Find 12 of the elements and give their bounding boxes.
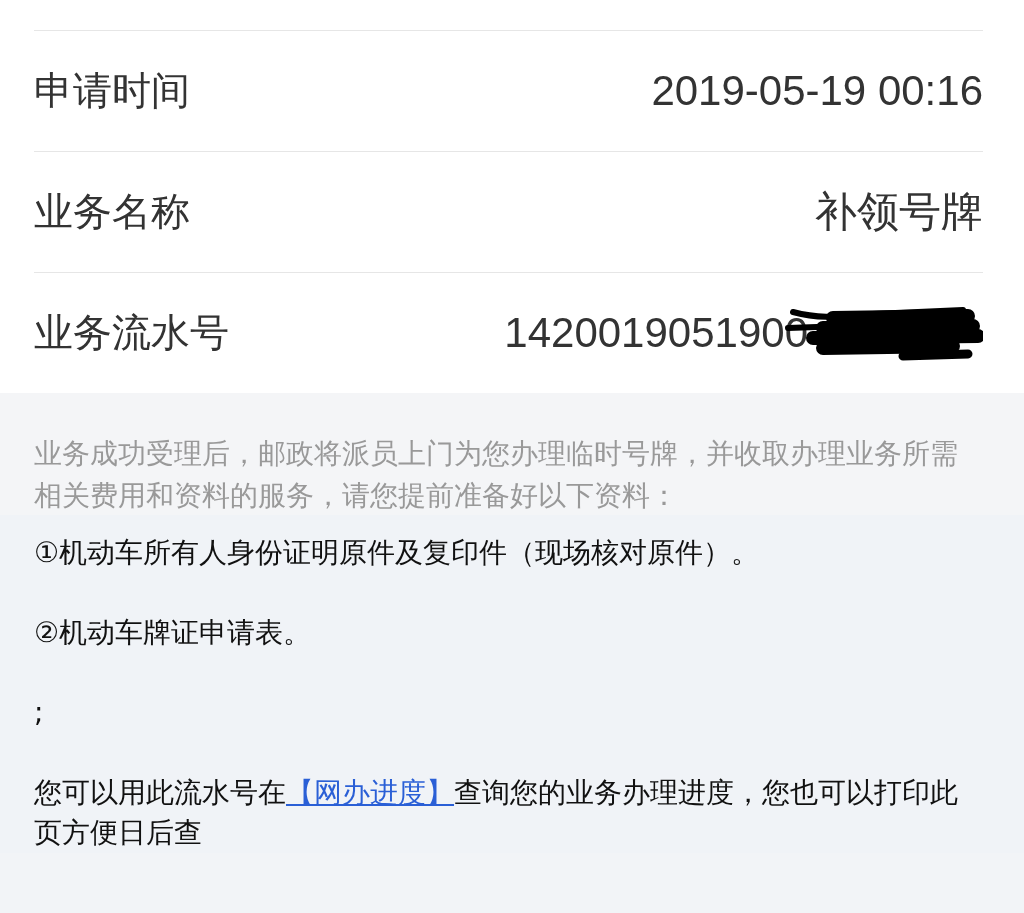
field-value: 补领号牌 bbox=[815, 187, 983, 237]
field-label: 业务名称 bbox=[34, 188, 190, 236]
field-label: 申请时间 bbox=[34, 67, 190, 115]
material-item: ①机动车所有人身份证明原件及复印件（现场核对原件）。 bbox=[34, 535, 761, 571]
field-label: 业务流水号 bbox=[34, 309, 229, 357]
material-item: ②机动车牌证申请表。 bbox=[34, 615, 313, 651]
material-item: ; bbox=[34, 695, 45, 731]
notice-text: 业务成功受理后，邮政将派员上门为您办理临时号牌，并收取办理业务所需相关费用和资料的服务，请您提前准备好以下资料： bbox=[34, 436, 959, 514]
progress-link[interactable]: 【网办进度】 bbox=[286, 776, 454, 809]
field-value: 1420019051900 bbox=[504, 309, 808, 357]
footer-text: 您可以用此流水号在【网办进度】查询您的业务办理进度，您也可以打印此页方便日后查 bbox=[34, 775, 959, 851]
field-value: 2019-05-19 00:16 bbox=[651, 67, 983, 115]
